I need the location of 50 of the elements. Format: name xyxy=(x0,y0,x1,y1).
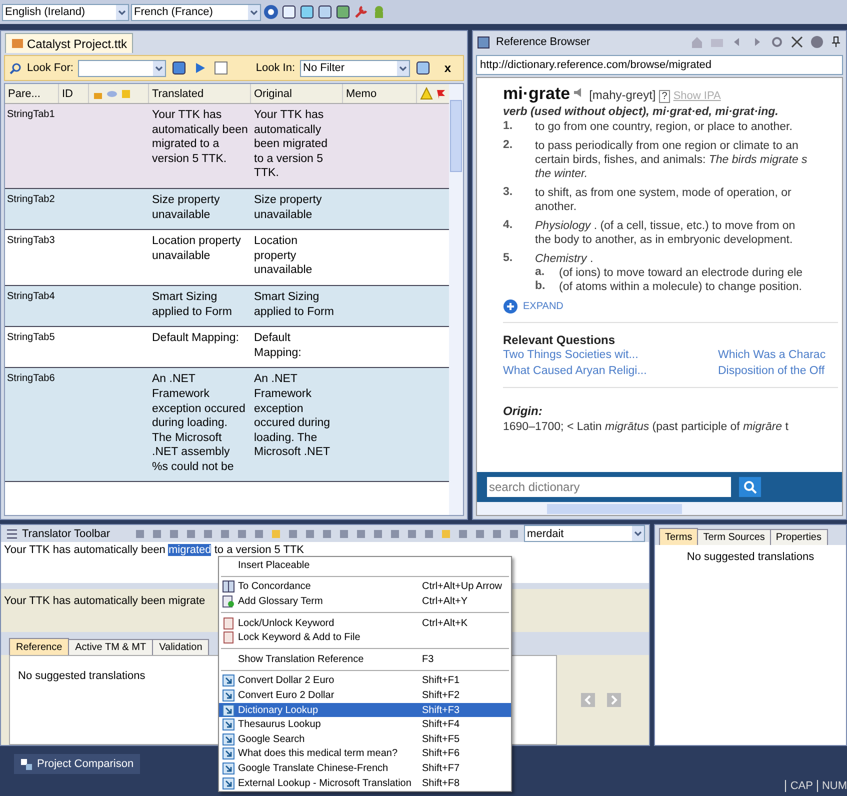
definition-number: 3. xyxy=(503,186,514,200)
original-cell-text: Location property unavailable xyxy=(253,234,314,278)
translated-cell-text: An .NET Framework exception occured during loading. The Microsoft .NET assembly %s could not be xyxy=(151,372,246,475)
definition-text: to pass periodically from one region or climate to an xyxy=(535,139,800,153)
section-heading: Relevant Questions xyxy=(503,333,616,347)
original-cell-text: Size property unavailable xyxy=(253,192,323,223)
definition-letter: b. xyxy=(535,280,546,294)
pronunciation: [mahy-greyt] xyxy=(589,88,656,102)
translated-cell-text: Size property unavailable xyxy=(151,192,221,223)
definition-text: (of ions) to move toward an electrode during ele xyxy=(559,266,804,280)
original-cell-text: Your TTK has automatically been migrated to a version 5 TTK. xyxy=(253,108,329,182)
parent-cell-text: StringTab6 xyxy=(6,372,56,386)
parent-cell-text: StringTab5 xyxy=(6,331,56,346)
definition-text: certain birds, fishes, and animals: The birds migrate s xyxy=(535,153,808,167)
definition-text: the body to another, as in embryonic development. xyxy=(535,233,794,247)
definition-number: 4. xyxy=(503,219,514,233)
parent-cell-text: StringTab4 xyxy=(6,290,56,304)
headword: mi·grate xyxy=(503,84,570,104)
definition-number: 1. xyxy=(503,120,514,134)
original-cell-text: Smart Sizing applied to Form xyxy=(253,290,335,320)
original-cell-text: An .NET Framework exception occured during loading. The Microsoft .NET xyxy=(253,372,332,460)
origin-text: 1690–1700; < Latin migrātus (past participle of migrāre t xyxy=(503,420,790,434)
translated-cell-text: Location property unavailable xyxy=(151,234,242,264)
definition-text: (of atoms within a molecule) to change position. xyxy=(559,280,803,294)
definition-text: to shift, as from one system, mode of operation, or xyxy=(535,186,792,200)
terms-message: No suggested translations xyxy=(655,545,846,745)
definition-text: Physiology . (of a cell, tissue, etc.) to move from on xyxy=(535,219,796,233)
translated-cell-text: Your TTK has automatically been migrated to a version 5 TTK. xyxy=(151,108,249,167)
original-cell-text: Default Mapping: xyxy=(253,331,302,361)
definition-number: 5. xyxy=(503,252,514,266)
definition-text: to go from one country, region, or place to another. xyxy=(535,120,794,134)
translated-cell-text: Default Mapping: xyxy=(151,331,240,346)
definition-letter: a. xyxy=(535,266,546,280)
section-heading: Origin: xyxy=(503,404,544,418)
part-of-speech: verb (used without object), mi·grat·ed, mi·grat·ing. xyxy=(503,106,780,118)
status-indicator: CAP xyxy=(785,780,813,792)
parent-cell-text: StringTab3 xyxy=(6,234,56,248)
toolbar-title: Translator Toolbar xyxy=(22,528,110,540)
parent-cell-text: StringTab1 xyxy=(6,108,56,122)
definition-number: 2. xyxy=(503,139,514,153)
panel-title: Reference Browser xyxy=(496,36,590,48)
look-in-label: Look In: xyxy=(256,62,295,74)
selected-word: migrated xyxy=(168,544,212,556)
definition-text: another. xyxy=(535,200,578,214)
status-indicator: NUM xyxy=(816,780,847,792)
translated-cell-text: Smart Sizing applied to Form xyxy=(151,290,233,320)
look-for-label: Look For: xyxy=(27,62,74,74)
definition-text: Chemistry . xyxy=(535,252,594,266)
parent-cell-text: StringTab2 xyxy=(6,192,56,207)
definition-text: the winter. xyxy=(535,167,589,181)
